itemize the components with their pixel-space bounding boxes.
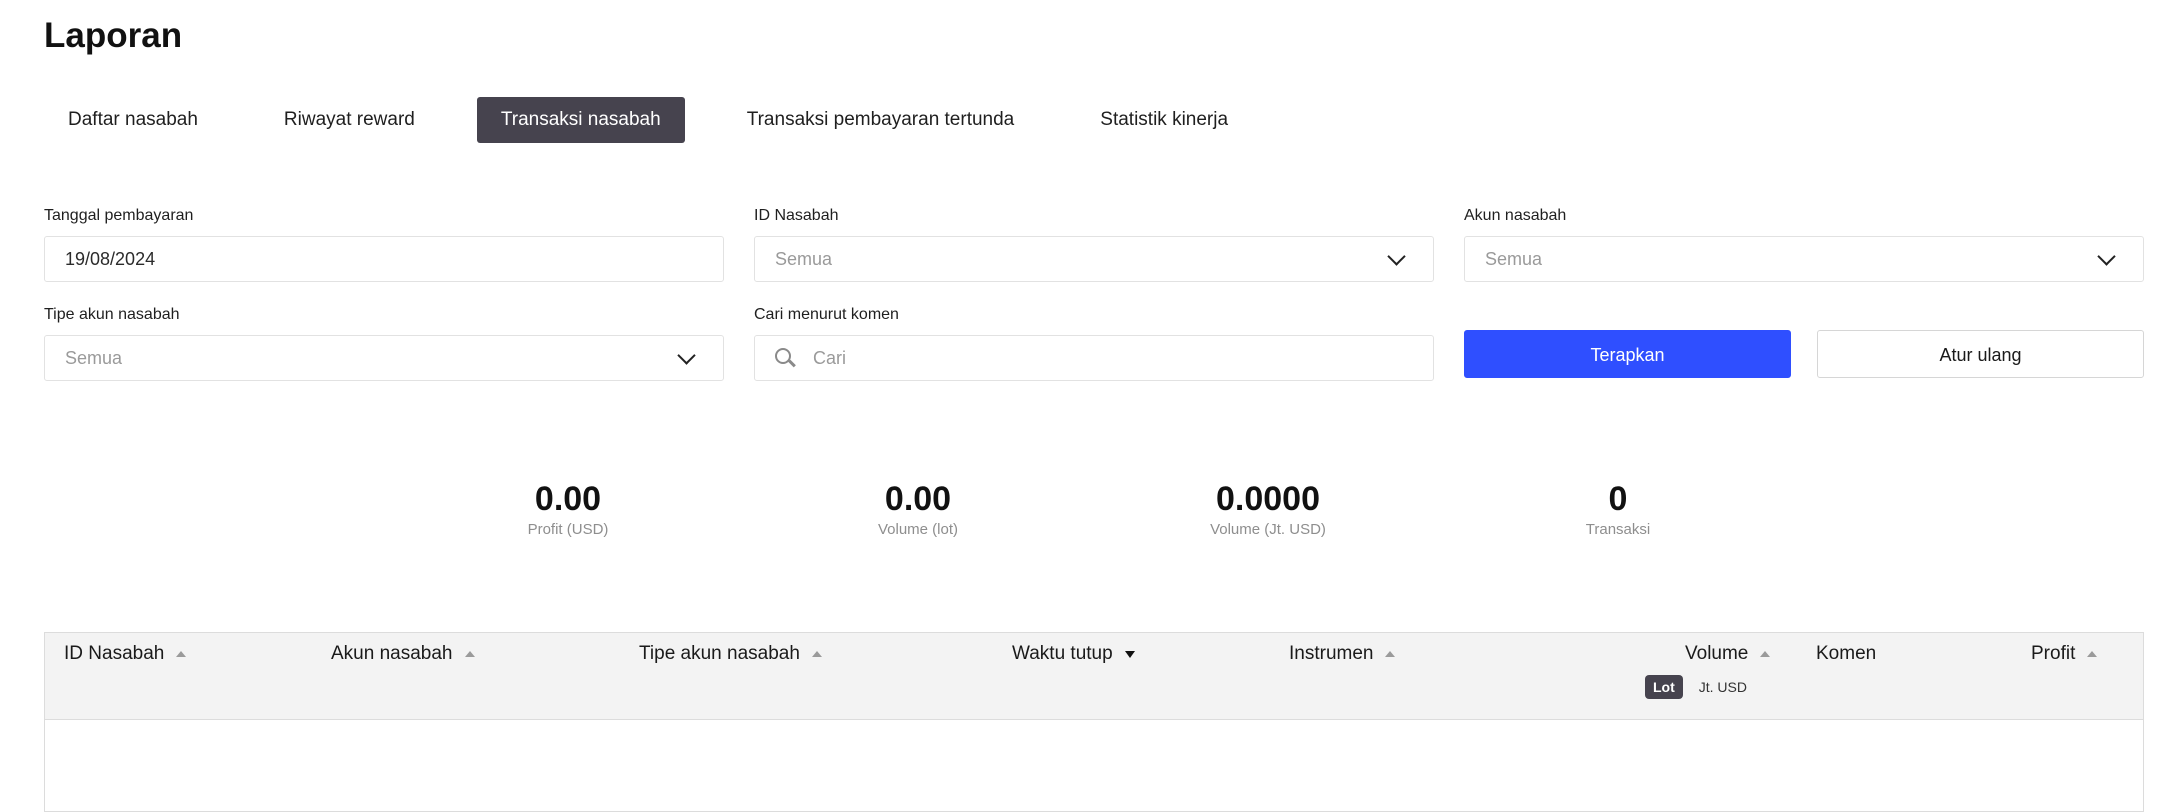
column-account-type[interactable]: Tipe akun nasabah (639, 643, 822, 665)
column-label: Instrumen (1289, 643, 1374, 664)
stat-volume-usd: 0.0000 Volume (Jt. USD) (1158, 479, 1378, 538)
payment-date-label: Tanggal pembayaran (44, 207, 194, 224)
comment-search-filter: Cari menurut komen Cari (754, 305, 1434, 381)
payment-date-value: 19/08/2024 (65, 248, 156, 269)
stat-label: Volume (lot) (877, 521, 959, 538)
stat-label: Transaksi (1585, 521, 1651, 538)
page-title: Laporan (44, 16, 183, 55)
client-id-select[interactable]: Semua (754, 236, 1434, 282)
table-header: ID Nasabah Akun nasabah Tipe akun nasaba… (45, 633, 2143, 720)
column-label: Volume (1685, 643, 1749, 664)
column-client-account[interactable]: Akun nasabah (331, 643, 475, 665)
column-label: Komen (1816, 643, 1877, 664)
sort-up-icon (1385, 651, 1396, 657)
column-label: ID Nasabah (64, 643, 165, 664)
sort-up-icon (1760, 651, 1771, 657)
reports-page: Laporan Daftar nasabah Riwayat reward Tr… (44, 0, 2144, 812)
column-client-id[interactable]: ID Nasabah (64, 643, 187, 665)
tab-performance-stats[interactable]: Statistik kinerja (1076, 97, 1252, 143)
volume-unit-usd[interactable]: Jt. USD (1691, 675, 1755, 699)
stat-value: 0.00 (534, 480, 602, 518)
sort-up-icon (464, 651, 475, 657)
sort-down-icon (1124, 650, 1135, 658)
client-id-filter: ID Nasabah Semua (754, 206, 1434, 282)
column-volume[interactable]: Volume (1685, 643, 1771, 665)
comment-search-label: Cari menurut komen (754, 306, 899, 323)
payment-date-input[interactable]: 19/08/2024 (44, 236, 724, 282)
search-icon (775, 348, 796, 368)
account-type-label: Tipe akun nasabah (44, 306, 180, 323)
column-profit[interactable]: Profit (2031, 643, 2098, 665)
reset-button[interactable]: Atur ulang (1817, 330, 2144, 378)
payment-date-filter: Tanggal pembayaran 19/08/2024 (44, 206, 724, 282)
stat-profit: 0.00 Profit (USD) (458, 479, 678, 538)
transactions-table: ID Nasabah Akun nasabah Tipe akun nasaba… (44, 632, 2144, 812)
sort-up-icon (811, 651, 822, 657)
volume-unit-toggle: Lot Jt. USD (1645, 675, 1755, 699)
comment-search-placeholder: Cari (813, 347, 847, 368)
tab-pending-payments[interactable]: Transaksi pembayaran tertunda (723, 97, 1039, 143)
account-type-filter: Tipe akun nasabah Semua (44, 305, 724, 381)
client-account-select[interactable]: Semua (1464, 236, 2144, 282)
stat-label: Profit (USD) (527, 521, 609, 538)
client-account-value: Semua (1485, 248, 1543, 269)
tab-reward-history[interactable]: Riwayat reward (260, 97, 439, 143)
client-account-filter: Akun nasabah Semua (1464, 206, 2144, 282)
chevron-down-icon (1387, 247, 1406, 266)
stat-value: 0.00 (884, 480, 952, 518)
stat-volume-lot: 0.00 Volume (lot) (808, 479, 1028, 538)
apply-button[interactable]: Terapkan (1464, 330, 1791, 378)
sort-up-icon (176, 651, 187, 657)
client-account-label: Akun nasabah (1464, 207, 1567, 224)
column-close-time[interactable]: Waktu tutup (1012, 643, 1135, 665)
column-label: Waktu tutup (1012, 643, 1113, 664)
tab-client-transactions[interactable]: Transaksi nasabah (476, 97, 685, 143)
account-type-value: Semua (65, 347, 123, 368)
tab-client-list[interactable]: Daftar nasabah (44, 97, 222, 143)
column-label: Akun nasabah (331, 643, 453, 664)
report-tabs: Daftar nasabah Riwayat reward Transaksi … (44, 97, 1290, 143)
chevron-down-icon (2097, 247, 2116, 266)
client-id-value: Semua (775, 248, 833, 269)
volume-unit-lot[interactable]: Lot (1645, 675, 1683, 699)
column-label: Tipe akun nasabah (639, 643, 800, 664)
comment-search-input[interactable]: Cari (754, 335, 1434, 381)
chevron-down-icon (677, 346, 696, 365)
stat-label: Volume (Jt. USD) (1210, 521, 1326, 538)
sort-up-icon (2087, 651, 2098, 657)
stat-value: 0.0000 (1216, 480, 1320, 518)
stat-transactions: 0 Transaksi (1508, 479, 1728, 538)
account-type-select[interactable]: Semua (44, 335, 724, 381)
column-instrument[interactable]: Instrumen (1289, 643, 1396, 665)
column-label: Profit (2031, 643, 2076, 664)
stat-value: 0 (1608, 480, 1628, 518)
client-id-label: ID Nasabah (754, 207, 839, 224)
column-comment: Komen (1816, 643, 1876, 665)
